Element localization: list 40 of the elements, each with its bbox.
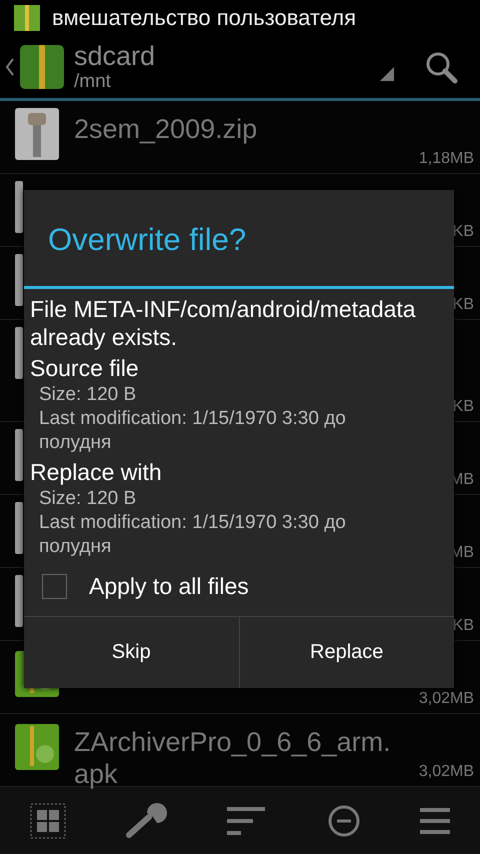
file-size: KB — [452, 223, 474, 242]
folder-path: /mnt — [74, 70, 112, 93]
search-icon[interactable] — [424, 50, 458, 84]
skip-button[interactable]: Skip — [24, 617, 238, 688]
file-size: 3,02MB — [418, 763, 474, 782]
file-icon — [14, 574, 23, 628]
file-size: KB — [452, 617, 474, 636]
wrench-icon[interactable] — [125, 802, 168, 839]
replace-button[interactable]: Replace — [238, 617, 454, 688]
file-name[interactable]: 2sem_2009.zip — [74, 113, 404, 146]
file-size-info: Size: 120 B — [38, 487, 138, 511]
folder-title: sdcard — [74, 40, 156, 71]
file-size: KB — [452, 296, 474, 314]
archive-icon — [14, 4, 40, 31]
file-size: KB — [452, 398, 474, 416]
dialog-message: File META-INF/com/android/metadata already exists. — [30, 295, 417, 351]
file-icon — [14, 501, 23, 556]
apply-all-label[interactable]: Apply to all files — [89, 573, 249, 600]
sort-icon[interactable] — [226, 806, 267, 835]
grid-icon[interactable] — [30, 802, 66, 839]
menu-icon[interactable] — [420, 806, 450, 836]
zip-file-icon — [14, 107, 60, 162]
modification-info: Last modification: 1/15/1970 3:30 до полудня — [38, 511, 347, 559]
notification-title: вмешательство пользователя — [52, 4, 356, 31]
section-heading: Source file — [30, 354, 140, 383]
file-size: 1,18MB — [418, 150, 474, 168]
file-icon — [14, 428, 23, 482]
dialog-title: Overwrite file? — [24, 190, 454, 289]
file-icon — [14, 180, 23, 234]
file-size: 3,02MB — [418, 690, 474, 708]
file-size-info: Size: 120 B — [38, 383, 138, 407]
app-logo-icon[interactable] — [20, 44, 64, 89]
back-chevron-icon[interactable] — [6, 58, 14, 76]
dropdown-corner-icon[interactable] — [380, 66, 394, 81]
apply-all-checkbox[interactable] — [42, 574, 67, 599]
modification-info: Last modification: 1/15/1970 3:30 до полудня — [38, 407, 347, 455]
file-name[interactable]: ZArchiverPro_0_6_6_arm.apk — [74, 726, 404, 790]
section-heading: Replace with — [30, 458, 163, 487]
file-icon — [14, 326, 23, 380]
file-icon — [14, 253, 23, 308]
